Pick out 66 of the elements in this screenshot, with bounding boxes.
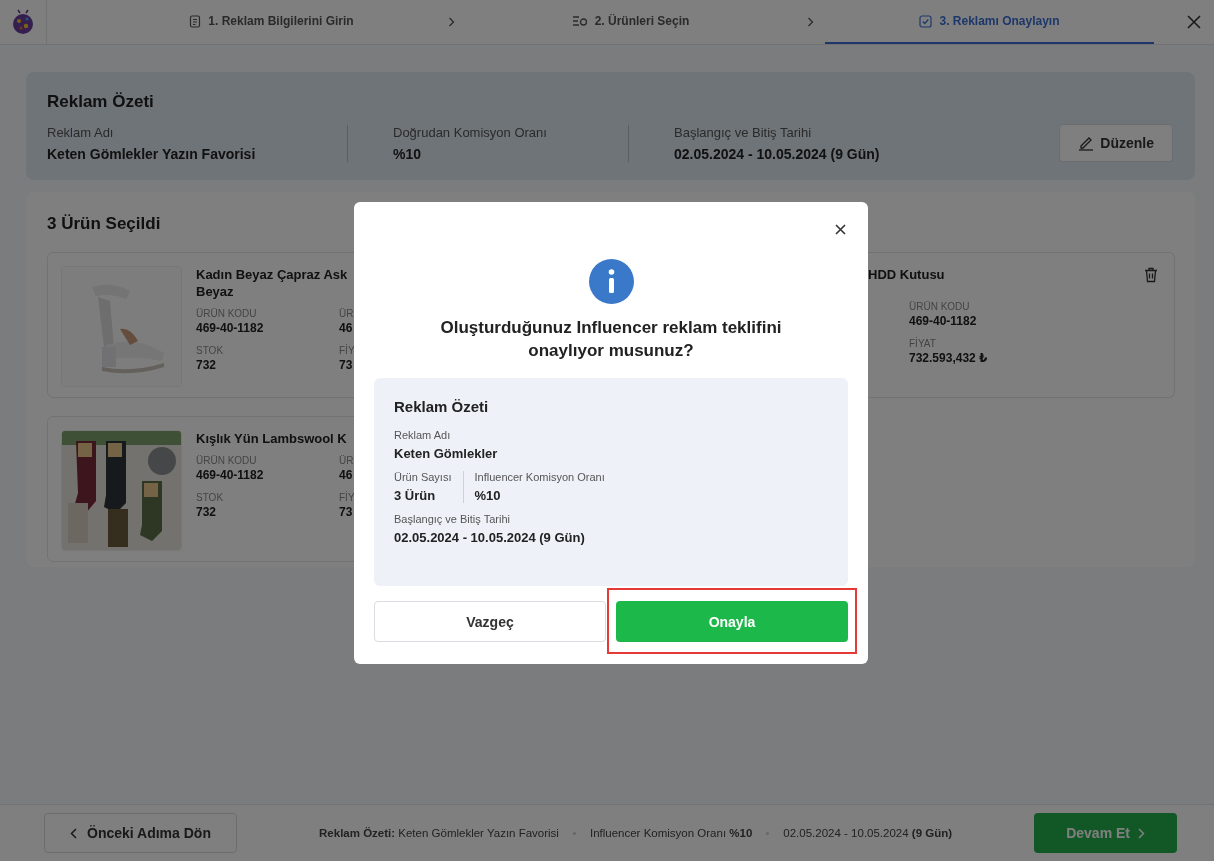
close-icon[interactable] [1187,15,1201,29]
field-label: ÜRÜN KODU [909,301,971,312]
field-value: 73 [339,358,354,372]
field-label: Influencer Komisyon Oranı [474,471,605,483]
chevron-icon [806,17,814,27]
field-value: 46 [339,321,354,335]
cancel-button[interactable]: Vazgeç [374,601,606,642]
step-tab[interactable]: 3. Reklamı Onaylayın [825,0,1154,44]
back-button[interactable]: Önceki Adıma Dön [44,813,237,853]
confirm-button[interactable]: Onayla [616,601,848,642]
field-label: STOK [196,345,225,356]
product-name: Kadın Beyaz Çapraz Ask Beyaz [196,266,348,300]
field-value: 469-40-1182 [196,321,265,335]
field-label: STOK [196,492,225,503]
field-value: 46 [339,468,354,482]
next-button[interactable]: Devam Et [1034,813,1177,853]
field-label: ÜRÜN KODU [196,308,258,319]
field-value: Keten Gömlekler [394,446,498,461]
summary-text: Influencer Komisyon Oranı %10 [589,827,753,839]
box-title: Reklam Özeti [394,398,490,415]
field-label: ÜR [339,308,355,319]
edit-button[interactable]: Düzenle [1059,124,1173,162]
field-label: Başlangıç ve Bitiş Tarihi [394,513,511,525]
field-value: 02.05.2024 - 10.05.2024 (9 Gün) [394,530,585,545]
step-tab[interactable]: 2. Ürünleri Seçin [466,0,795,44]
logo-icon [11,9,35,35]
field-value: 3 Ürün [394,488,437,503]
field-label: FİYAT [909,338,937,349]
step-tab[interactable]: 1. Reklam Bilgilerini Girin [107,0,436,44]
chevron-right-icon [1138,827,1145,839]
field-value: 73 [339,505,354,519]
product-name: Kışlık Yün Lambswool K [196,430,348,447]
field-value: 469-40-1182 [909,314,978,328]
field-value: Keten Gömlekler Yazın Favorisi [47,145,257,162]
field-label: Başlangıç ve Bitiş Tarihi [674,124,813,140]
field-label: Reklam Adı [47,124,115,140]
field-value: 02.05.2024 - 10.05.2024 (9 Gün) [674,145,880,162]
card-title: 3 Ürün Seçildi [47,214,161,234]
summary-text: Reklam Özeti: Keten Gömlekler Yazın Favorisi [319,827,559,839]
summary-text: 02.05.2024 - 10.05.2024 (9 Gün) [783,827,953,839]
chevron-icon [447,17,455,27]
field-label: Doğrudan Komisyon Oranı [393,124,548,140]
card-title: Reklam Özeti [47,92,155,112]
list-icon [571,15,588,27]
pencil-icon [1078,135,1095,151]
document-icon [189,14,202,28]
dialog-title: Oluşturduğunuz Influencer reklam teklifini onaylıyor musunuz? [439,317,783,362]
field-label: Reklam Adı [394,429,452,441]
field-label: Ürün Sayısı [394,471,452,483]
field-value: 732.593,432 ₺ [909,351,989,365]
field-label: ÜRÜN KODU [196,455,258,466]
info-icon [588,259,634,304]
chevron-left-icon [70,827,77,839]
field-value: 469-40-1182 [196,468,265,482]
field-value: %10 [474,488,502,503]
product-name: HDD Kutusu [868,266,945,283]
checkbox-icon [919,14,933,28]
trash-icon[interactable] [1144,267,1158,283]
close-button[interactable] [833,222,848,237]
field-value: 732 [196,505,218,519]
field-label: ÜR [339,455,355,466]
field-value: 732 [196,358,218,372]
field-value: %10 [393,145,423,162]
field-label: FİY [339,492,355,503]
close-icon [835,224,846,235]
field-label: FİY [339,345,355,356]
